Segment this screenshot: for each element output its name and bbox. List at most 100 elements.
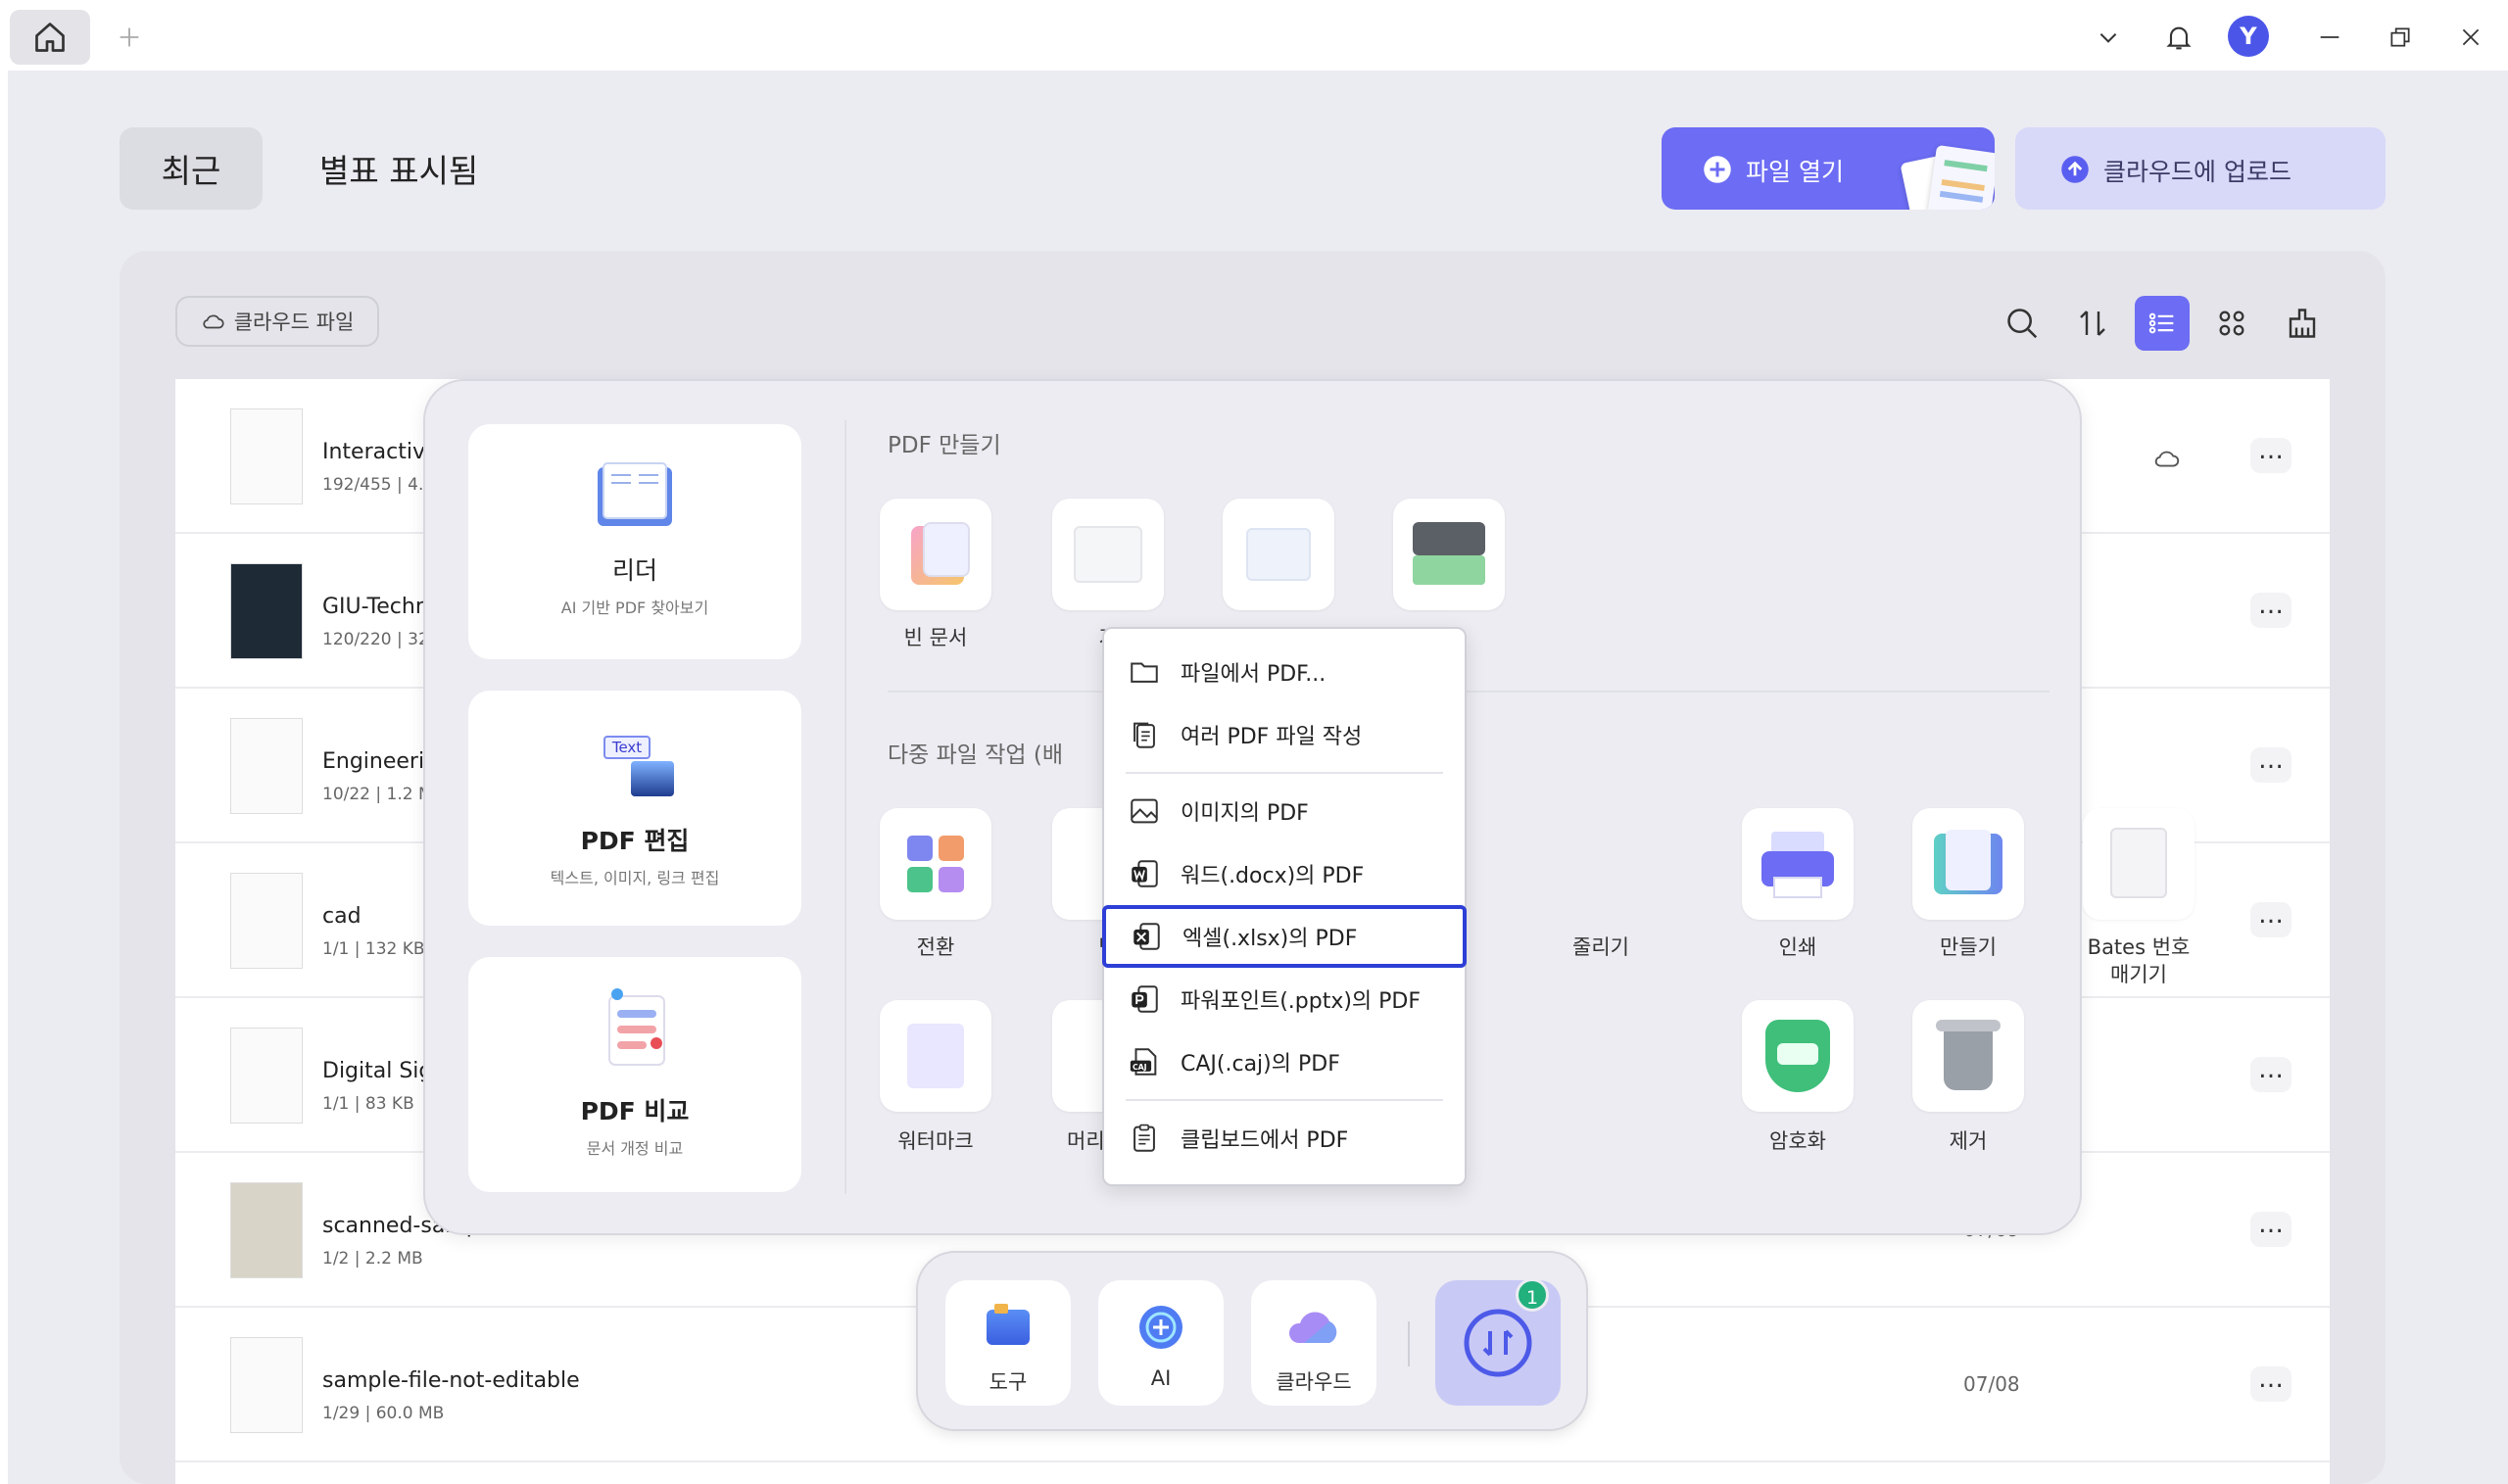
book-icon [598,462,672,526]
pdf-compare-card[interactable]: PDF 비교 문서 개정 비교 [468,957,801,1192]
more-options-button[interactable]: … [2250,747,2291,783]
menu-item-from-file[interactable]: 파일에서 PDF... [1104,641,1465,703]
file-meta: 1/29 | 60.0 MB [322,1404,445,1423]
create-tile[interactable] [1912,808,2024,920]
more-options-button[interactable]: … [2250,1057,2291,1092]
id-card-icon [1246,528,1311,581]
menu-item-clipboard-to-pdf[interactable]: 클립보드에서 PDF [1104,1107,1465,1170]
file-thumbnail [230,1182,303,1278]
scanner-icon [1413,522,1485,555]
menu-item-word-to-pdf[interactable]: 워드(.docx)의 PDF [1104,842,1465,905]
avatar[interactable]: Y [2228,16,2269,57]
file-thumbnail [230,563,303,659]
more-options-button[interactable]: … [2250,1366,2291,1402]
tab-starred[interactable]: 별표 표시됨 [319,145,478,192]
menu-separator [1126,1099,1443,1101]
dock-divider [1408,1321,1410,1366]
sort-icon[interactable] [2065,296,2120,351]
create-from-file-menu: 파일에서 PDF... 여러 PDF 파일 작성 이미지의 PDF 워드(.do… [1102,627,1467,1186]
more-options-button[interactable]: … [2250,1212,2291,1247]
convert-tile[interactable] [880,808,991,920]
dock-ai-button[interactable]: AI [1098,1280,1224,1406]
grid-view-icon[interactable] [2204,296,2259,351]
file-meta: 192/455 | 4.3 [322,475,435,495]
cloud-icon [203,314,224,329]
home-icon [35,23,65,52]
search-icon[interactable] [1995,296,2050,351]
scanner-tray [1413,555,1485,585]
excel-icon [1133,923,1160,950]
file-thumbnail [230,1337,303,1433]
dock-cloud-label: 클라우드 [1276,1370,1352,1394]
list-view-icon[interactable] [2135,296,2190,351]
blank-document-label: 빈 문서 [903,626,968,649]
reader-card[interactable]: 리더 AI 기반 PDF 찾아보기 [468,424,801,659]
file-date: 07/08 [1963,1372,2020,1396]
scanner-tile[interactable] [1393,499,1505,610]
dock-cloud-button[interactable]: 클라우드 [1251,1280,1376,1406]
notification-badge: 1 [1516,1278,1549,1312]
open-file-label: 파일 열기 [1746,158,1844,186]
restore-icon[interactable] [2381,18,2420,57]
print-tile[interactable] [1742,808,1854,920]
plus-circle-icon [1704,156,1731,183]
menu-item-image-to-pdf[interactable]: 이미지의 PDF [1104,780,1465,842]
more-options-button[interactable]: … [2250,902,2291,937]
file-thumbnail [230,408,303,504]
cloud-files-label: 클라우드 파일 [233,311,355,334]
bates-label: Bates 번호 매기기 [2087,935,2191,986]
menu-item-multiple-pdfs[interactable]: 여러 PDF 파일 작성 [1104,703,1465,766]
more-options-button[interactable]: … [2250,593,2291,628]
tab-recent[interactable]: 최근 [120,127,263,210]
new-tab-plus-icon[interactable] [110,18,149,57]
id-card-tile[interactable] [1223,499,1334,610]
file-name: Interactive [322,440,439,464]
toolbox-icon [987,1310,1030,1345]
pdf-edit-title: PDF 편집 [580,827,690,855]
file-meta: 1/1 | 83 KB [322,1094,414,1114]
minimize-icon[interactable] [2310,18,2349,57]
remove-tile[interactable] [1912,1000,2024,1112]
document-illustration [1927,144,1995,210]
close-icon[interactable] [2451,18,2490,57]
pdf-edit-card[interactable]: Text PDF 편집 텍스트, 이미지, 링크 편집 [468,691,801,926]
watermark-label: 워터마크 [897,1129,974,1153]
upload-label: 클라우드에 업로드 [2103,158,2291,186]
remove-label: 제거 [1949,1129,1988,1153]
image-icon [631,761,674,796]
cloud-sync-icon[interactable] [2152,444,2182,473]
caj-icon: CAJ [1130,1048,1157,1076]
other-create-tile[interactable] [1052,499,1164,610]
pdf-edit-subtitle: 텍스트, 이미지, 링크 편집 [550,869,720,887]
menu-item-powerpoint-to-pdf[interactable]: 파워포인트(.pptx)의 PDF [1104,968,1465,1030]
convert-arrows-icon [1464,1309,1532,1377]
blank-document-tile[interactable] [880,499,991,610]
encrypt-label: 암호화 [1769,1129,1826,1153]
dock-ai-label: AI [1150,1366,1172,1390]
menu-item-caj-to-pdf[interactable]: CAJ CAJ(.caj)의 PDF [1104,1030,1465,1093]
file-name: sample-file-not-editable [322,1368,580,1393]
batch-section-title: 다중 파일 작업 (배 [888,742,1064,768]
bates-tile[interactable] [2083,808,2194,920]
dock-tools-label: 도구 [989,1370,1028,1394]
open-file-button[interactable]: 파일 열기 [1662,127,1995,210]
menu-separator [1126,772,1443,774]
chevron-down-icon[interactable] [2089,18,2128,57]
menu-item-excel-to-pdf[interactable]: 엑셀(.xlsx)의 PDF [1102,905,1467,968]
cloud-files-button[interactable]: 클라우드 파일 [175,296,379,347]
dock-tools-button[interactable]: 도구 [945,1280,1071,1406]
print-label: 인쇄 [1778,935,1817,959]
clean-brush-icon[interactable] [2275,296,2330,351]
reader-title: 리더 [611,556,657,585]
upload-to-cloud-button[interactable]: 클라우드에 업로드 [2015,127,2386,210]
more-options-button[interactable]: … [2250,438,2291,473]
encrypt-tile[interactable] [1742,1000,1854,1112]
compare-icon [608,988,665,1066]
forms-icon [1074,526,1142,583]
convert-label: 전환 [916,935,955,959]
home-tab[interactable] [10,10,90,65]
file-name: GIU-Techn [322,595,429,619]
bell-icon[interactable] [2157,16,2200,59]
dock-convert-button[interactable]: 1 [1435,1278,1561,1406]
watermark-tile[interactable] [880,1000,991,1112]
